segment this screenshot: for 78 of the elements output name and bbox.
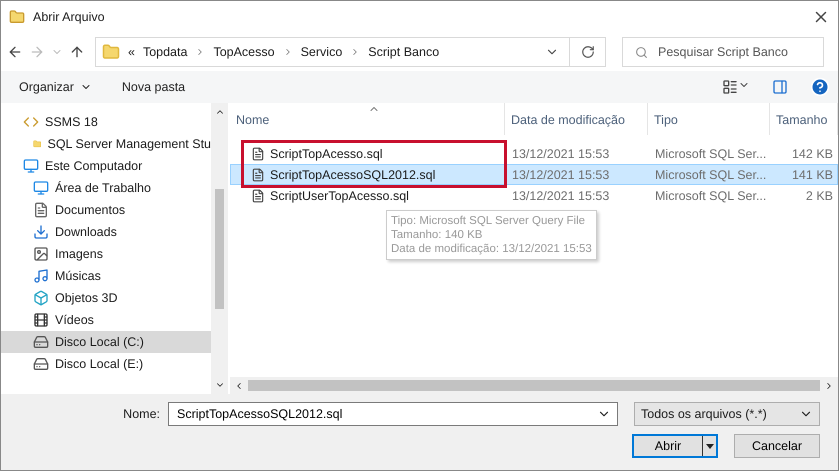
vertical-scrollbar[interactable] [211, 103, 228, 394]
date-cell-text: 13/12/2021 15:53 [511, 168, 610, 182]
file-icon [251, 188, 265, 202]
type-cell-text: Microsoft SQL Ser... [654, 146, 768, 160]
back-button[interactable] [7, 44, 23, 60]
refresh-icon [580, 45, 594, 59]
sidebar-item[interactable]: Este Computador [1, 155, 211, 177]
breadcrumb[interactable]: Servico [300, 45, 342, 59]
breadcrumb[interactable]: Script Banco [368, 45, 440, 59]
film-icon [33, 312, 49, 328]
file-name-field[interactable]: ScriptTopAcessoSQL2012.sql [168, 402, 618, 426]
horizontal-scrollbar[interactable] [230, 377, 838, 394]
breadcrumb[interactable]: Topdata [142, 45, 188, 59]
file-icon [251, 146, 265, 160]
image-icon [33, 246, 49, 262]
folder-icon [102, 43, 120, 61]
open-button[interactable]: Abrir [632, 434, 718, 458]
column-header[interactable]: Data de modificação [505, 103, 648, 135]
document-icon [33, 202, 49, 218]
cancel-button[interactable]: Cancelar [734, 434, 820, 458]
caret-icon [706, 444, 714, 448]
date-cell-text: 13/12/2021 15:53 [511, 188, 610, 202]
file-name: ScriptTopAcesso.sql [231, 146, 506, 160]
date-cell-text: 13/12/2021 15:53 [511, 146, 610, 160]
tooltip-line: Tipo: Microsoft SQL Server Query File [391, 214, 586, 228]
sidebar-item[interactable]: Downloads [1, 221, 211, 243]
file-icon [251, 168, 265, 182]
sidebar-item[interactable]: Área de Trabalho [1, 177, 211, 199]
sidebar-item[interactable]: SQL Server Management Stu [1, 133, 211, 155]
search-icon [635, 46, 648, 58]
pane-icon [772, 79, 788, 95]
help-button[interactable] [810, 77, 830, 97]
view-options-button[interactable] [722, 79, 750, 95]
type-cell-text: Microsoft SQL Ser... [654, 168, 768, 182]
window-title: Abrir Arquivo [33, 10, 106, 24]
scrollbar-thumb[interactable] [215, 188, 224, 308]
column-header[interactable]: Tamanho [770, 103, 838, 135]
file-name: ScriptTopAcessoSQL2012.sql [231, 168, 506, 182]
overflow-chevron[interactable]: « [128, 45, 135, 59]
list-view-icon [722, 79, 738, 95]
tooltip-line: Data de modificação: 13/12/2021 15:53 [391, 242, 592, 256]
file-row[interactable]: ScriptUserTopAcesso.sql 13/12/2021 15:53 Microsoft SQL Ser... 2 KB [230, 185, 838, 206]
organize-menu[interactable]: Organizar [19, 80, 92, 94]
sidebar-item[interactable]: Imagens [1, 243, 211, 265]
type-cell-text: Microsoft SQL Ser... [654, 188, 768, 202]
sidebar-item[interactable]: Objetos 3D [1, 287, 211, 309]
file-type-dropdown[interactable]: Todos os arquivos (*.*) [634, 402, 820, 426]
drive-icon [33, 334, 49, 350]
drive-icon [33, 356, 49, 372]
cube-icon [33, 290, 49, 306]
size-cell-text: 141 KB [790, 168, 834, 182]
monitor-icon [23, 158, 39, 174]
sidebar-item[interactable]: Disco Local (C:) [1, 331, 211, 353]
file-name: ScriptUserTopAcesso.sql [231, 188, 506, 202]
download-icon [33, 224, 49, 240]
sidebar-item[interactable]: Vídeos [1, 309, 211, 331]
file-row[interactable]: ScriptTopAcesso.sql 13/12/2021 15:53 Microsoft SQL Ser... 142 KB [230, 143, 838, 164]
help-icon [810, 77, 830, 97]
sidebar-item[interactable]: Disco Local (E:) [1, 353, 211, 375]
tooltip-line: Tamanho: 140 KB [391, 228, 484, 242]
size-cell-text: 2 KB [804, 188, 834, 202]
scrollbar-thumb[interactable] [248, 380, 820, 391]
address-bar[interactable]: « Topdata TopAcesso Servico Script Banco [95, 37, 606, 67]
sidebar-item[interactable]: SSMS 18 [1, 111, 211, 133]
column-header[interactable]: Tipo [648, 103, 770, 135]
file-row[interactable]: ScriptTopAcessoSQL2012.sql 13/12/2021 15:53 Microsoft SQL Ser... 141 KB [230, 164, 838, 185]
up-button[interactable] [69, 44, 85, 60]
sidebar-item[interactable]: Músicas [1, 265, 211, 287]
size-cell-text: 142 KB [790, 146, 834, 160]
sidebar-item[interactable]: Documentos [1, 199, 211, 221]
new-folder-button[interactable]: Nova pasta [122, 80, 186, 94]
search-box[interactable]: Pesquisar Script Banco [622, 37, 824, 67]
music-note-icon [33, 268, 49, 284]
breadcrumb[interactable]: TopAcesso [213, 45, 275, 59]
preview-pane-button[interactable] [772, 79, 788, 95]
column-header[interactable]: Nome [230, 103, 505, 135]
monitor-icon [33, 180, 49, 196]
name-label: Nome: [123, 407, 160, 421]
